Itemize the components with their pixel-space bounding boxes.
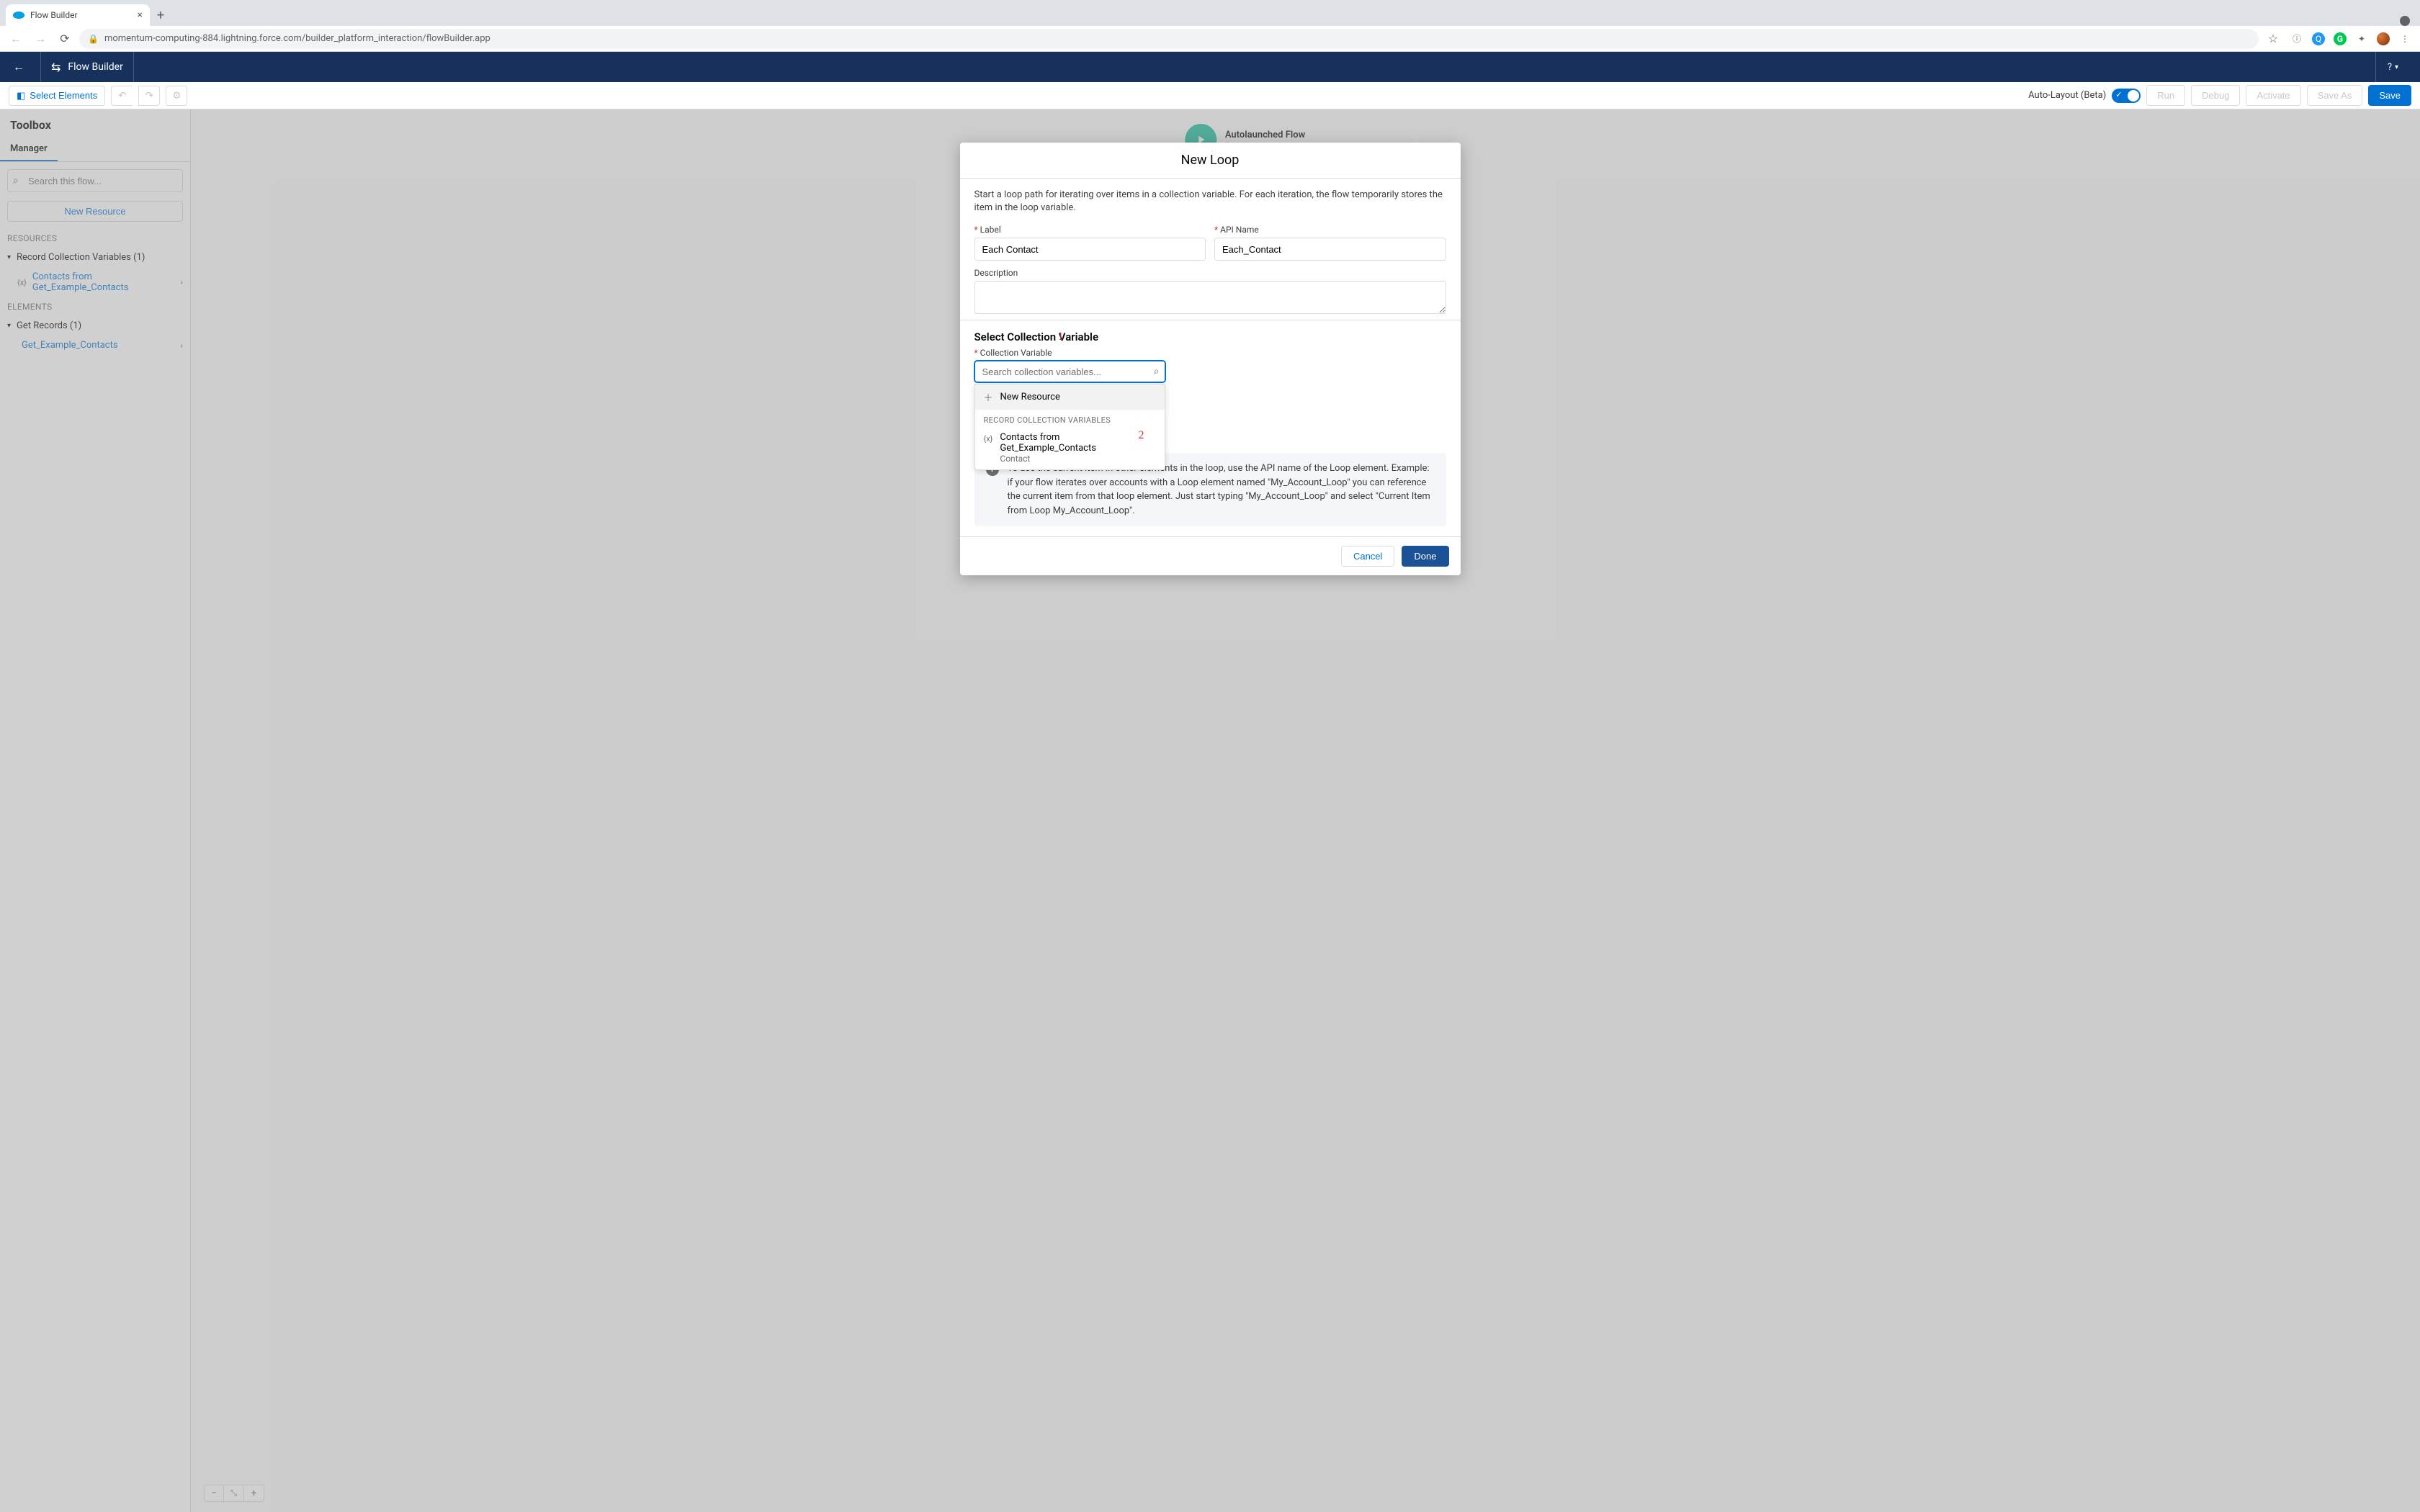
save-button[interactable]: Save	[2368, 85, 2411, 106]
auto-layout-label: Auto-Layout (Beta)	[2028, 90, 2106, 101]
activate-button[interactable]: Activate	[2246, 85, 2300, 106]
browser-tab[interactable]: Flow Builder ×	[6, 4, 150, 26]
new-loop-modal: New Loop Start a loop path for iterating…	[960, 143, 1461, 575]
url-text: momentum-computing-884.lightning.force.c…	[104, 33, 490, 44]
address-bar[interactable]: 🔒 momentum-computing-884.lightning.force…	[79, 29, 2259, 49]
app-back-button[interactable]: ←	[10, 60, 27, 74]
collection-variable-input[interactable]	[974, 361, 1165, 382]
variable-icon: {x}	[984, 434, 993, 444]
reload-icon[interactable]: ⟳	[55, 29, 75, 49]
collection-label: * Collection Variable	[974, 348, 1165, 358]
debug-button[interactable]: Debug	[2191, 85, 2240, 106]
undo-button[interactable]: ↶	[111, 86, 133, 106]
app-title: Flow Builder	[68, 61, 122, 73]
window-caret-icon[interactable]	[2400, 16, 2410, 26]
lock-icon: 🔒	[88, 34, 99, 44]
extension-icon-2[interactable]: G	[2334, 32, 2347, 45]
chrome-menu-icon[interactable]: ⋮	[2398, 32, 2411, 45]
annotation-2: 2	[1139, 429, 1144, 442]
dropdown-group-header: RECORD COLLECTION VARIABLES	[975, 410, 1165, 428]
select-elements-label: Select Elements	[30, 90, 97, 101]
dropdown-option-main: Contacts from Get_Example_Contacts	[1000, 432, 1155, 454]
undo-icon: ↶	[118, 90, 126, 102]
gear-icon: ⚙	[172, 90, 181, 102]
star-bookmark-icon[interactable]: ☆	[2263, 29, 2283, 49]
modal-footer: Cancel Done	[960, 536, 1461, 575]
collection-dropdown: ＋ New Resource RECORD COLLECTION VARIABL…	[974, 384, 1165, 470]
settings-button[interactable]: ⚙	[166, 86, 187, 106]
extension-icons: ⓘ Q G ✦ ⋮	[2287, 32, 2414, 45]
redo-button[interactable]: ↷	[138, 86, 160, 106]
tab-title: Flow Builder	[30, 10, 78, 20]
nav-back-icon[interactable]: ←	[6, 29, 26, 49]
modal-body: Start a loop path for iterating over ite…	[960, 179, 1461, 536]
description-textarea[interactable]	[974, 281, 1446, 314]
extensions-puzzle-icon[interactable]: ✦	[2355, 32, 2368, 45]
label-label: * Label	[974, 225, 1206, 235]
search-icon: ⌕	[1154, 366, 1160, 377]
select-elements-button[interactable]: ◧ Select Elements	[9, 86, 105, 106]
modal-title: New Loop	[960, 143, 1461, 179]
auto-layout-toggle[interactable]	[2112, 89, 2141, 103]
app-title-section: ⇆ Flow Builder	[40, 52, 134, 82]
save-as-button[interactable]: Save As	[2307, 85, 2363, 106]
nav-forward-icon[interactable]: →	[30, 29, 50, 49]
info-text: To use the current item in other element…	[1008, 462, 1435, 518]
extension-icon-1[interactable]: Q	[2312, 32, 2325, 45]
apiname-input[interactable]	[1214, 238, 1446, 261]
dropdown-option-sub: Contact	[1000, 454, 1155, 464]
dropdown-new-resource[interactable]: ＋ New Resource	[975, 384, 1165, 410]
done-button[interactable]: Done	[1402, 546, 1448, 567]
collection-section-title: Select Collection Variable	[974, 320, 1446, 348]
plus-icon: ＋	[984, 390, 993, 404]
help-icon: ?	[2388, 62, 2392, 73]
info-icon[interactable]: ⓘ	[2290, 32, 2303, 45]
help-menu[interactable]: ? ▾	[2375, 52, 2410, 82]
select-elements-icon: ◧	[17, 90, 25, 102]
action-bar: ◧ Select Elements ↶ ↷ ⚙ Auto-Layout (Bet…	[0, 82, 2420, 109]
modal-description: Start a loop path for iterating over ite…	[974, 189, 1446, 215]
app-header: ← ⇆ Flow Builder ? ▾	[0, 52, 2420, 82]
tab-strip: Flow Builder × +	[0, 0, 2420, 26]
dropdown-new-resource-label: New Resource	[1000, 392, 1060, 402]
flow-icon: ⇆	[51, 60, 60, 74]
auto-layout-toggle-group: Auto-Layout (Beta)	[2028, 89, 2141, 103]
run-button[interactable]: Run	[2146, 85, 2185, 106]
chevron-down-icon: ▾	[2395, 63, 2398, 71]
address-row: ← → ⟳ 🔒 momentum-computing-884.lightning…	[0, 26, 2420, 52]
dropdown-option-contacts[interactable]: {x} Contacts from Get_Example_Contacts C…	[975, 428, 1165, 469]
annotation-1: 1	[1058, 330, 1064, 343]
workspace: Toolbox Manager ⌕ New Resource RESOURCES…	[0, 109, 2420, 1512]
new-tab-button[interactable]: +	[150, 4, 171, 26]
apiname-label: * API Name	[1214, 225, 1446, 235]
profile-avatar[interactable]	[2377, 32, 2390, 45]
description-label: Description	[974, 268, 1446, 278]
label-input[interactable]	[974, 238, 1206, 261]
redo-icon: ↷	[145, 90, 153, 102]
salesforce-cloud-icon	[13, 12, 24, 19]
close-tab-icon[interactable]: ×	[138, 9, 143, 21]
browser-chrome: Flow Builder × + ← → ⟳ 🔒 momentum-comput…	[0, 0, 2420, 52]
cancel-button[interactable]: Cancel	[1341, 546, 1394, 567]
